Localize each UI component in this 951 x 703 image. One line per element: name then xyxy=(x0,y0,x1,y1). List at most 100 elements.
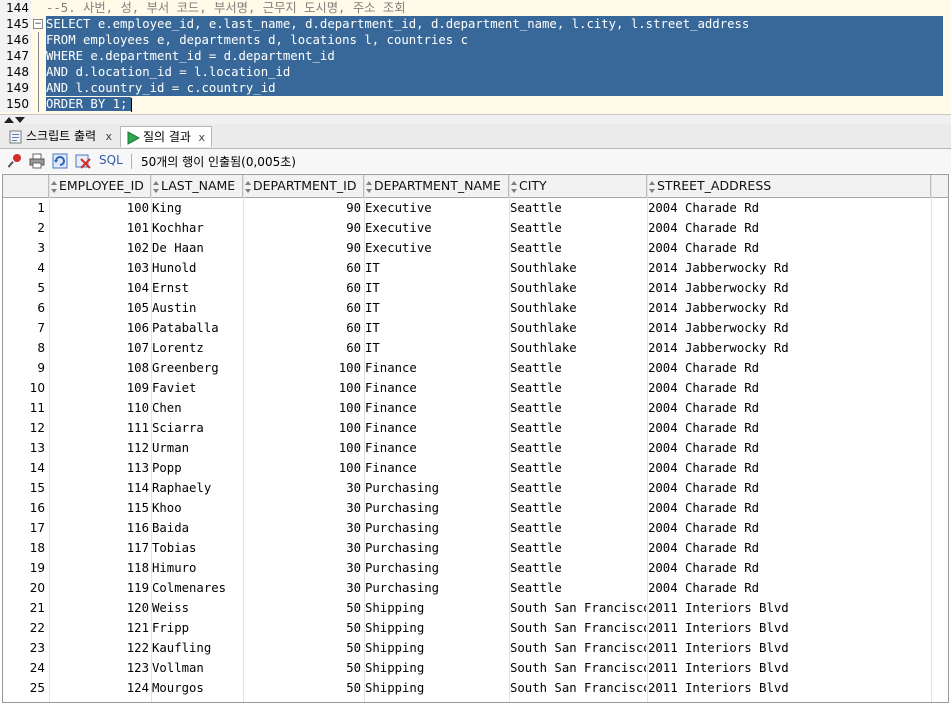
department-id-cell[interactable]: 30 xyxy=(243,538,361,558)
city-cell[interactable]: Seattle xyxy=(510,378,646,398)
last-name-cell[interactable]: Tobias xyxy=(152,538,242,558)
city-cell[interactable]: South San Francisco xyxy=(510,658,646,678)
table-row[interactable]: 5 104 Ernst 60 IT Southlake 2014 Jabberwocky R… xyxy=(3,278,948,298)
city-cell[interactable]: Seattle xyxy=(510,218,646,238)
last-name-cell[interactable]: Vollman xyxy=(152,658,242,678)
last-name-cell[interactable]: Kochhar xyxy=(152,218,242,238)
sort-icon[interactable] xyxy=(153,179,159,193)
city-cell[interactable]: Seattle xyxy=(510,458,646,478)
employee-id-cell[interactable]: 102 xyxy=(49,238,149,258)
department-id-cell[interactable]: 30 xyxy=(243,558,361,578)
department-id-cell[interactable]: 90 xyxy=(243,238,361,258)
employee-id-cell[interactable]: 110 xyxy=(49,398,149,418)
department-id-cell[interactable]: 30 xyxy=(243,518,361,538)
department-name-cell[interactable]: IT xyxy=(365,298,507,318)
last-name-cell[interactable]: Greenberg xyxy=(152,358,242,378)
street-address-cell[interactable]: 2011 Interiors Blvd xyxy=(648,638,928,658)
table-row[interactable]: 2 101 Kochhar 90 Executive Seattle 2004 Charad… xyxy=(3,218,948,238)
employee-id-cell[interactable]: 112 xyxy=(49,438,149,458)
sort-icon[interactable] xyxy=(366,179,372,193)
department-id-cell[interactable]: 30 xyxy=(243,578,361,598)
department-name-cell[interactable]: IT xyxy=(365,278,507,298)
city-cell[interactable]: South San Francisco xyxy=(510,638,646,658)
department-id-cell[interactable]: 60 xyxy=(243,318,361,338)
table-row[interactable]: 22 121 Fripp 50 Shipping South San Francisco 2… xyxy=(3,618,948,638)
table-row[interactable]: 10 109 Faviet 100 Finance Seattle 2004 Charade… xyxy=(3,378,948,398)
department-id-cell[interactable]: 100 xyxy=(243,398,361,418)
employee-id-cell[interactable]: 114 xyxy=(49,478,149,498)
department-id-cell[interactable]: 100 xyxy=(243,358,361,378)
department-name-cell[interactable]: IT xyxy=(365,318,507,338)
table-row[interactable]: 19 118 Himuro 30 Purchasing Seattle 2004 Chara… xyxy=(3,558,948,578)
street-address-cell[interactable]: 2014 Jabberwocky Rd xyxy=(648,298,928,318)
employee-id-cell[interactable]: 111 xyxy=(49,418,149,438)
editor-line[interactable]: 147 WHERE e.department_id = d.department_… xyxy=(0,48,951,64)
street-address-cell[interactable]: 2004 Charade Rd xyxy=(648,358,928,378)
last-name-cell[interactable]: Kaufling xyxy=(152,638,242,658)
street-address-cell[interactable]: 2004 Charade Rd xyxy=(648,498,928,518)
street-address-cell[interactable]: 2014 Jabberwocky Rd xyxy=(648,258,928,278)
table-row[interactable]: 8 107 Lorentz 60 IT Southlake 2014 Jabberwocky… xyxy=(3,338,948,358)
department-id-cell[interactable]: 60 xyxy=(243,338,361,358)
department-name-cell[interactable]: Finance xyxy=(365,378,507,398)
street-address-cell[interactable]: 2011 Interiors Blvd xyxy=(648,618,928,638)
last-name-cell[interactable]: Chen xyxy=(152,398,242,418)
last-name-cell[interactable]: Urman xyxy=(152,438,242,458)
editor-line[interactable]: 149 AND l.country_id = c.country_id xyxy=(0,80,951,96)
table-row[interactable]: 6 105 Austin 60 IT Southlake 2014 Jabberwocky … xyxy=(3,298,948,318)
department-name-cell[interactable]: IT xyxy=(365,338,507,358)
last-name-cell[interactable]: De Haan xyxy=(152,238,242,258)
last-name-cell[interactable]: Sciarra xyxy=(152,418,242,438)
department-id-cell[interactable]: 60 xyxy=(243,298,361,318)
city-cell[interactable]: Seattle xyxy=(510,558,646,578)
sql-link[interactable]: SQL xyxy=(99,153,123,167)
street-address-cell[interactable]: 2011 Interiors Blvd xyxy=(648,678,928,698)
employee-id-cell[interactable]: 115 xyxy=(49,498,149,518)
city-cell[interactable]: Seattle xyxy=(510,438,646,458)
department-name-cell[interactable]: Executive xyxy=(365,218,507,238)
sort-icon[interactable] xyxy=(511,179,517,193)
street-address-cell[interactable]: 2004 Charade Rd xyxy=(648,238,928,258)
employee-id-cell[interactable]: 121 xyxy=(49,618,149,638)
city-cell[interactable]: Seattle xyxy=(510,478,646,498)
table-row[interactable]: 4 103 Hunold 60 IT Southlake 2014 Jabberwocky … xyxy=(3,258,948,278)
street-address-cell[interactable]: 2011 Interiors Blvd xyxy=(648,658,928,678)
last-name-cell[interactable]: Austin xyxy=(152,298,242,318)
table-row[interactable]: 18 117 Tobias 30 Purchasing Seattle 2004 Chara… xyxy=(3,538,948,558)
editor-line[interactable]: 144 --5. 사번, 성, 부서 코드, 부서명, 근무지 도시명, 주소 조… xyxy=(0,0,951,16)
table-row[interactable]: 7 106 Pataballa 60 IT Southlake 2014 Jabberwoc… xyxy=(3,318,948,338)
street-address-cell[interactable]: 2014 Jabberwocky Rd xyxy=(648,338,928,358)
city-cell[interactable]: South San Francisco xyxy=(510,678,646,698)
city-cell[interactable]: Southlake xyxy=(510,278,646,298)
employee-id-cell[interactable]: 120 xyxy=(49,598,149,618)
department-name-cell[interactable]: Shipping xyxy=(365,638,507,658)
close-icon[interactable]: x xyxy=(198,127,205,148)
last-name-cell[interactable]: Hunold xyxy=(152,258,242,278)
department-name-cell[interactable]: Purchasing xyxy=(365,538,507,558)
table-row[interactable]: 16 115 Khoo 30 Purchasing Seattle 2004 Charade… xyxy=(3,498,948,518)
street-address-cell[interactable]: 2014 Jabberwocky Rd xyxy=(648,318,928,338)
employee-id-cell[interactable]: 109 xyxy=(49,378,149,398)
pin-icon[interactable] xyxy=(7,153,23,169)
department-name-cell[interactable]: Finance xyxy=(365,418,507,438)
employee-id-cell[interactable]: 118 xyxy=(49,558,149,578)
city-cell[interactable]: South San Francisco xyxy=(510,598,646,618)
department-id-cell[interactable]: 50 xyxy=(243,638,361,658)
sort-icon[interactable] xyxy=(649,179,655,193)
employee-id-cell[interactable]: 117 xyxy=(49,538,149,558)
column-header-employee-id[interactable]: EMPLOYEE_ID xyxy=(49,175,151,197)
table-row[interactable]: 21 120 Weiss 50 Shipping South San Francisco 2… xyxy=(3,598,948,618)
table-row[interactable]: 23 122 Kaufling 50 Shipping South San Francis… xyxy=(3,638,948,658)
table-row[interactable]: 24 123 Vollman 50 Shipping South San Francisc… xyxy=(3,658,948,678)
department-id-cell[interactable]: 100 xyxy=(243,378,361,398)
department-id-cell[interactable]: 50 xyxy=(243,618,361,638)
city-cell[interactable]: South San Francisco xyxy=(510,618,646,638)
refresh-icon[interactable] xyxy=(52,153,68,169)
query-result-grid[interactable]: EMPLOYEE_ID LAST_NAME DEPARTMENT_ID DEPARTM… xyxy=(2,174,949,703)
employee-id-cell[interactable]: 123 xyxy=(49,658,149,678)
department-id-cell[interactable]: 30 xyxy=(243,498,361,518)
employee-id-cell[interactable]: 108 xyxy=(49,358,149,378)
last-name-cell[interactable]: Mourgos xyxy=(152,678,242,698)
table-row[interactable]: 13 112 Urman 100 Finance Seattle 2004 Charade … xyxy=(3,438,948,458)
department-name-cell[interactable]: Purchasing xyxy=(365,558,507,578)
